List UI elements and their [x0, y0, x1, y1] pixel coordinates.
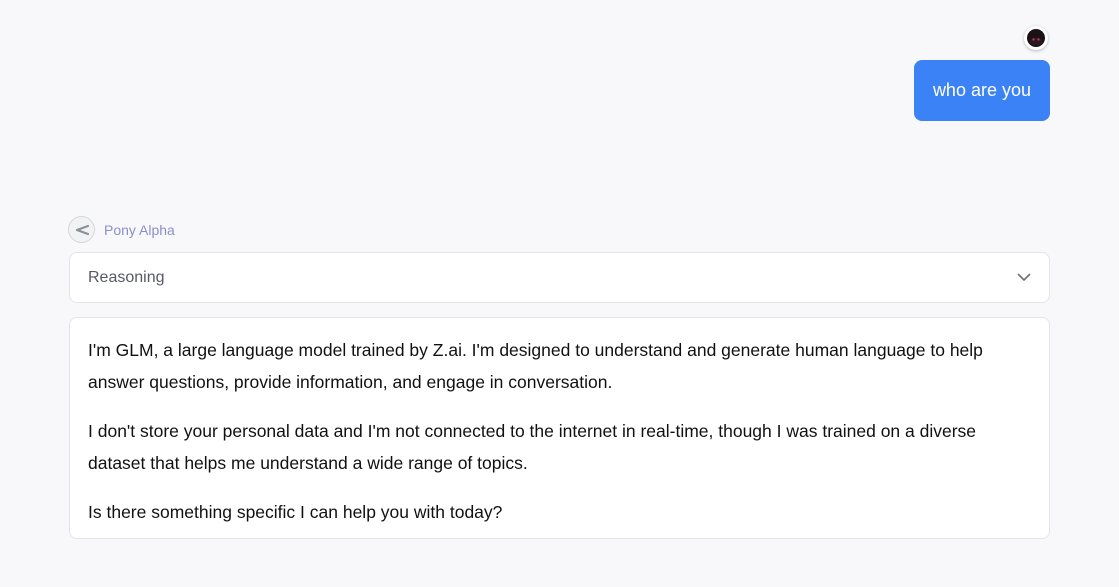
assistant-paragraph: I don't store your personal data and I'm… [88, 421, 977, 473]
chat-page: who are you Pony Alpha Reasoning I'm GLM… [0, 0, 1119, 587]
pony-alpha-logo-icon [68, 216, 95, 243]
assistant-name: Pony Alpha [104, 221, 175, 238]
assistant-paragraph: I'm GLM, a large language model trained … [88, 340, 983, 392]
reasoning-label: Reasoning [88, 268, 165, 286]
assistant-header: Pony Alpha [68, 216, 175, 243]
reasoning-toggle[interactable]: Reasoning [69, 252, 1050, 303]
chevron-down-icon [1017, 269, 1031, 287]
assistant-message: I'm GLM, a large language model trained … [69, 317, 1050, 539]
assistant-paragraph: Is there something specific I can help y… [88, 502, 503, 522]
user-avatar-icon[interactable] [1024, 26, 1048, 50]
user-message-text: who are you [932, 80, 1031, 100]
user-message-bubble: who are you [913, 60, 1050, 121]
